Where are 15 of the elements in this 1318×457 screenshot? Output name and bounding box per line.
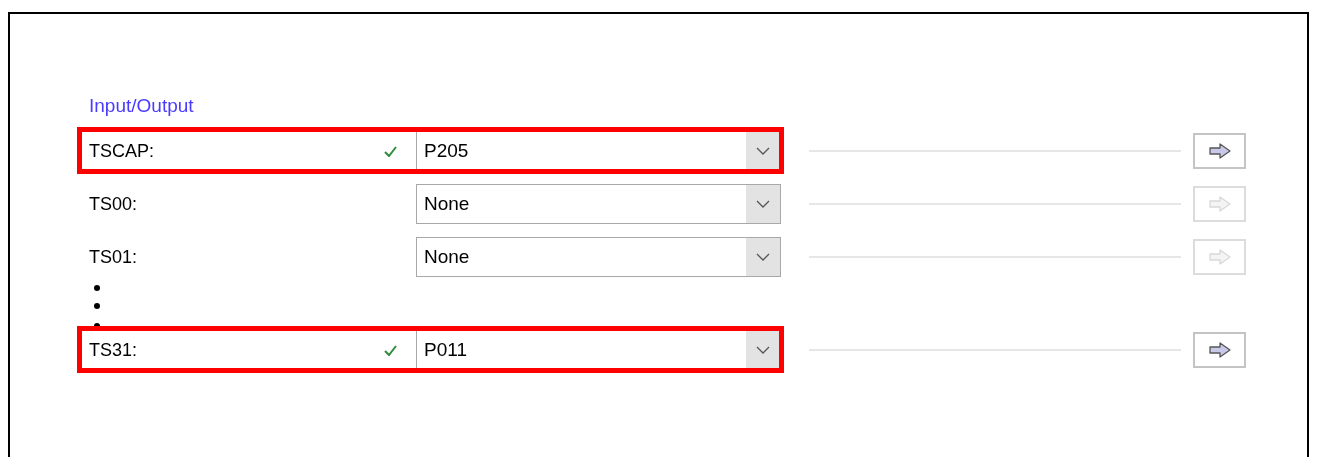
- section-title: Input/Output: [88, 94, 194, 118]
- chevron-down-icon: [756, 346, 770, 354]
- chevron-down-icon: [756, 253, 770, 261]
- chevron-down-icon: [756, 200, 770, 208]
- arrow-right-icon: [1208, 143, 1231, 159]
- arrow-right-icon: [1208, 342, 1231, 358]
- go-button[interactable]: [1193, 133, 1246, 169]
- chevron-down-icon: [756, 147, 770, 155]
- arrow-right-icon: [1208, 249, 1231, 265]
- field-label: TS00:: [88, 192, 139, 216]
- field-label: TS31:: [88, 338, 139, 362]
- go-button[interactable]: [1193, 332, 1246, 368]
- arrow-right-icon: [1208, 196, 1231, 212]
- field-label: TS01:: [88, 245, 139, 269]
- field-label: TSCAP:: [88, 139, 155, 163]
